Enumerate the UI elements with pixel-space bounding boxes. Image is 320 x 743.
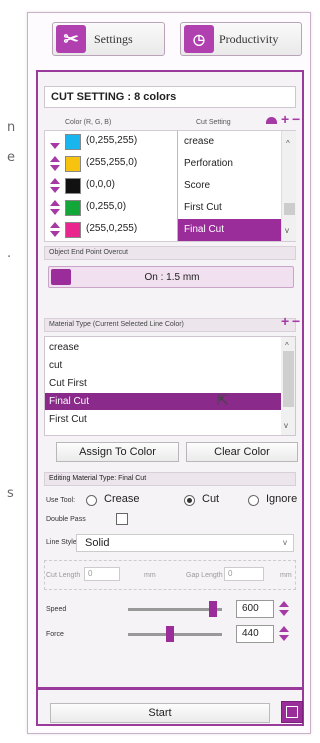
rgb-value: (0,255,0): [86, 201, 127, 212]
gap-length-label: Gap Length: [186, 572, 223, 579]
list-item[interactable]: crease: [45, 339, 282, 356]
list-item[interactable]: Cut First: [45, 375, 282, 392]
move-arrows-icon[interactable]: [49, 177, 61, 195]
remove-icon[interactable]: −: [292, 111, 300, 127]
color-swatch: [65, 178, 81, 194]
table-row[interactable]: (0,255,0) First Cut: [45, 197, 297, 219]
speed-slider-thumb[interactable]: [208, 601, 217, 617]
list-item[interactable]: First Cut: [45, 411, 282, 428]
scroll-thumb[interactable]: [284, 203, 295, 215]
speed-label: Speed: [46, 606, 67, 613]
productivity-icon: ◷: [184, 25, 214, 53]
add-icon[interactable]: +: [281, 111, 289, 127]
tools-icon: ✂: [56, 25, 86, 53]
background-text: .: [7, 246, 12, 261]
scroll-up-icon[interactable]: ^: [285, 341, 289, 350]
start-button[interactable]: Start: [50, 703, 270, 723]
background-text: n: [7, 120, 16, 135]
mouse-cursor-icon: ⇱: [217, 392, 229, 408]
cut-setting-cell[interactable]: Perforation: [177, 153, 281, 175]
gap-length-input[interactable]: 0: [224, 567, 264, 581]
rgb-value: (255,0,255): [86, 223, 138, 234]
productivity-label: Productivity: [219, 31, 279, 46]
rgb-value: (0,0,0): [86, 179, 115, 190]
settings-label: Settings: [94, 31, 133, 46]
table-row[interactable]: (255,0,255) Final Cut: [45, 219, 297, 241]
assign-to-color-button[interactable]: Assign To Color: [56, 442, 179, 462]
color-swatch: [65, 200, 81, 216]
cut-setting-cell-selected[interactable]: Final Cut: [177, 219, 281, 241]
add-material-icon[interactable]: +: [281, 313, 289, 329]
overcut-section-label: Object End Point Overcut: [44, 246, 296, 260]
speed-input[interactable]: 600: [236, 600, 274, 618]
cut-setting-cell[interactable]: First Cut: [177, 197, 281, 219]
background-text: e: [7, 150, 15, 165]
use-tool-label: Use Tool:: [46, 497, 76, 504]
table-row[interactable]: (0,255,255) crease: [45, 131, 297, 153]
ignore-radio-label[interactable]: Ignore: [266, 493, 297, 505]
color-table: (0,255,255) crease (255,255,0) Perforati…: [44, 130, 296, 242]
force-input[interactable]: 440: [236, 625, 274, 643]
cut-length-unit: mm: [144, 572, 156, 579]
scroll-down-icon[interactable]: v: [285, 226, 289, 235]
cut-radio-label[interactable]: Cut: [202, 493, 219, 505]
chevron-down-icon: v: [283, 538, 287, 547]
force-slider-thumb[interactable]: [166, 626, 175, 642]
overcut-value: On : 1.5 mm: [144, 272, 200, 283]
color-column-header: Color (R, G, B): [65, 119, 112, 126]
move-arrows-icon[interactable]: [49, 199, 61, 217]
color-swatch: [65, 156, 81, 172]
background-text: s: [7, 486, 14, 501]
scroll-thumb[interactable]: [283, 351, 294, 407]
scroll-down-icon[interactable]: v: [284, 421, 288, 430]
move-arrows-icon[interactable]: [49, 155, 61, 173]
gap-length-unit: mm: [280, 572, 292, 579]
move-arrows-icon[interactable]: [49, 133, 61, 151]
speed-stepper-icon[interactable]: [278, 600, 290, 618]
material-scrollbar[interactable]: ^ v: [281, 337, 295, 435]
table-row[interactable]: (255,255,0) Perforation: [45, 153, 297, 175]
clear-color-button[interactable]: Clear Color: [186, 442, 298, 462]
force-slider-track[interactable]: [128, 633, 222, 636]
cut-length-input[interactable]: 0: [84, 567, 120, 581]
productivity-button[interactable]: ◷ Productivity: [180, 22, 302, 56]
table-scrollbar[interactable]: ^ v: [281, 131, 296, 241]
editing-material-label: Editing Material Type: Final Cut: [44, 472, 296, 486]
rgb-value: (0,255,255): [86, 135, 138, 146]
panel-title: CUT SETTING : 8 colors: [44, 86, 296, 108]
rgb-value: (255,255,0): [86, 157, 138, 168]
cut-length-label: Cut Length: [46, 572, 81, 579]
force-stepper-icon[interactable]: [278, 625, 290, 643]
material-list: crease cut Cut First Final Cut First Cut…: [44, 336, 296, 436]
material-type-label: Material Type (Current Selected Line Col…: [44, 318, 296, 332]
grid-icon[interactable]: [281, 701, 303, 723]
ignore-radio[interactable]: [248, 495, 259, 506]
double-pass-checkbox[interactable]: [116, 513, 128, 525]
double-pass-label: Double Pass: [46, 516, 86, 523]
cut-radio[interactable]: [184, 495, 195, 506]
crease-radio[interactable]: [86, 495, 97, 506]
list-item[interactable]: cut: [45, 357, 282, 374]
list-item-selected[interactable]: Final Cut: [45, 393, 282, 410]
scroll-up-icon[interactable]: ^: [286, 139, 290, 148]
remove-material-icon[interactable]: −: [292, 313, 300, 329]
overcut-toggle[interactable]: On : 1.5 mm: [48, 266, 294, 288]
cut-setting-cell[interactable]: Score: [177, 175, 281, 197]
color-swatch: [65, 222, 81, 238]
table-row[interactable]: (0,0,0) Score: [45, 175, 297, 197]
cut-setting-column-header: Cut Setting: [196, 119, 231, 126]
line-style-value: Solid: [85, 537, 110, 549]
color-swatch: [65, 134, 81, 150]
settings-button[interactable]: ✂ Settings: [52, 22, 165, 56]
bottom-divider: [36, 687, 304, 690]
line-style-select[interactable]: Solid v: [76, 534, 294, 552]
move-arrows-icon[interactable]: [49, 221, 61, 239]
line-style-label: Line Style: [46, 539, 77, 546]
crease-radio-label[interactable]: Crease: [104, 493, 139, 505]
eye-icon[interactable]: [266, 117, 277, 124]
force-label: Force: [46, 631, 64, 638]
cut-setting-cell[interactable]: crease: [177, 131, 281, 153]
